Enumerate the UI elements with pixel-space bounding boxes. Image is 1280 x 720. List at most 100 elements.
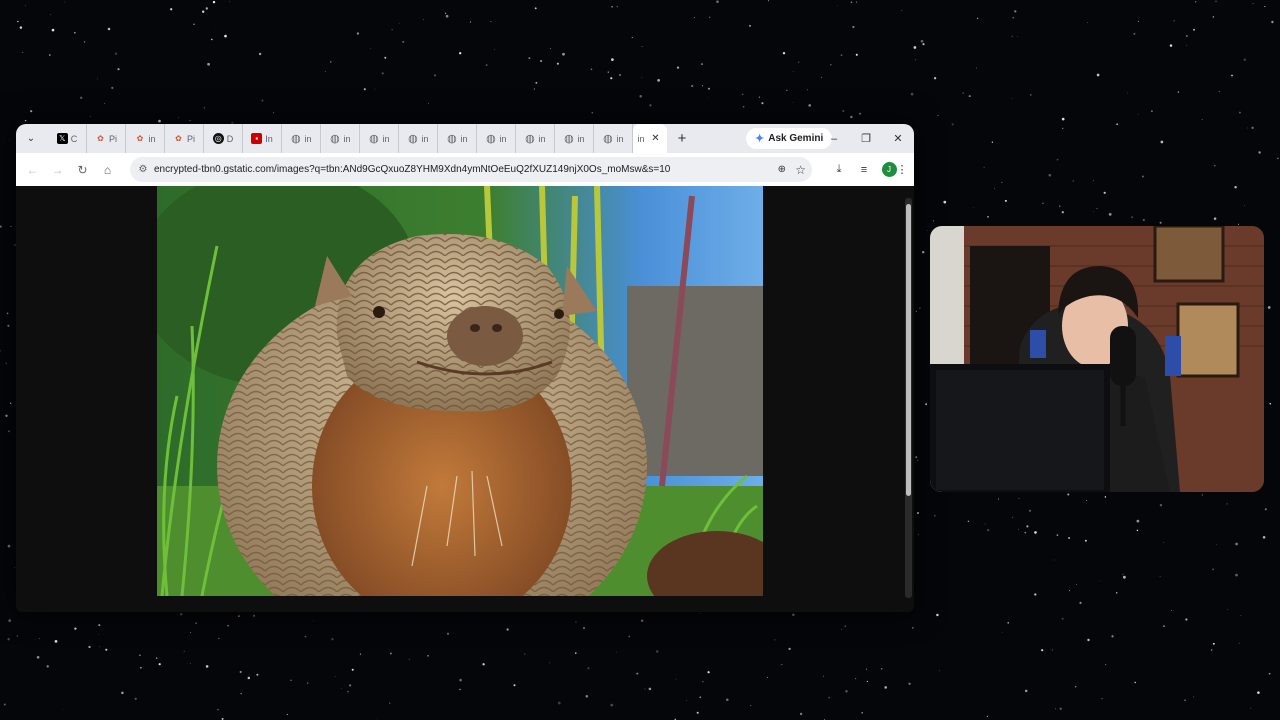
star (701, 85, 703, 87)
star (1012, 516, 1014, 518)
tab-0[interactable]: 𝕏C (48, 124, 87, 153)
star (1041, 649, 1044, 652)
star (1002, 632, 1003, 633)
tab-3[interactable]: ✿ Pi (165, 124, 204, 153)
webcam-feed (930, 226, 1264, 492)
star (1104, 496, 1107, 498)
ask-gemini-label: Ask Gemini (768, 133, 824, 144)
star (1108, 213, 1112, 216)
star (74, 627, 77, 630)
close-window-button[interactable]: ✕ (883, 124, 913, 153)
star (183, 650, 185, 652)
star (195, 622, 197, 624)
tab-10[interactable]: ◍ in (438, 124, 477, 153)
page-viewport (16, 186, 914, 612)
star (139, 654, 141, 657)
tab-6[interactable]: ◍ in (282, 124, 321, 153)
reading-list-icon[interactable]: ≡ (852, 153, 876, 186)
star (7, 638, 10, 641)
star (13, 567, 16, 569)
star (696, 711, 699, 714)
star (583, 627, 585, 630)
star (1074, 686, 1077, 688)
bookmark-star-icon[interactable]: ☆ (795, 163, 806, 177)
star (1251, 126, 1254, 130)
tab-1[interactable]: ✿ Pi (87, 124, 126, 153)
minimize-button[interactable]: – (819, 124, 849, 153)
star (427, 655, 429, 657)
star (991, 141, 994, 143)
menu-kebab-icon[interactable]: ⋮ (890, 153, 914, 186)
download-icon[interactable]: ⤓ (827, 153, 851, 186)
tab-14[interactable]: ◍ in (594, 124, 633, 153)
tab-11[interactable]: ◍ in (477, 124, 516, 153)
tab-search-button[interactable]: ⌄ (20, 128, 42, 150)
star (1034, 593, 1037, 596)
armadillo-photo[interactable] (157, 186, 763, 596)
star (549, 47, 551, 49)
star (114, 52, 118, 55)
tab-2[interactable]: ✿ in (126, 124, 165, 153)
star (797, 61, 800, 63)
star (913, 46, 917, 49)
star (655, 650, 659, 653)
star (983, 166, 985, 168)
tab-8[interactable]: ◍ in (360, 124, 399, 153)
tab-label: in (460, 133, 468, 144)
reload-icon[interactable]: ↻ (70, 163, 95, 177)
gemini-spark-icon: ✦ (755, 133, 765, 145)
star (19, 26, 23, 29)
tab-5[interactable]: ▪ In (243, 124, 282, 153)
tab-4[interactable]: ◎ D (204, 124, 243, 153)
star (1173, 20, 1175, 22)
scrollbar-thumb[interactable] (906, 204, 911, 496)
star (611, 58, 614, 61)
tab-strip: ⌄ 𝕏 C ✿ Pi ✿ in ✿ Pi ◎ D ▪ In ◍ in ◍ in ◍ in ◍ in ◍ in ◍ in ◍ in ◍… (16, 124, 914, 153)
star (1185, 618, 1188, 621)
star (925, 403, 927, 406)
star (641, 77, 643, 78)
star (469, 21, 472, 23)
star (1234, 185, 1237, 189)
site-info-icon[interactable]: ⚙ (132, 164, 154, 175)
star (215, 26, 217, 28)
tab-12[interactable]: ◍ in (516, 124, 555, 153)
star (1133, 32, 1136, 35)
star (83, 41, 86, 43)
star (218, 637, 220, 639)
star (1227, 608, 1229, 610)
star (610, 77, 613, 80)
tab-7[interactable]: ◍ in (321, 124, 360, 153)
star (1193, 696, 1195, 698)
star (987, 529, 990, 532)
restore-button[interactable]: ❐ (851, 124, 881, 153)
star (758, 96, 760, 98)
star (290, 679, 292, 681)
star (1028, 509, 1032, 512)
star (972, 207, 974, 209)
star (1160, 140, 1164, 144)
star (786, 89, 788, 91)
forward-arrow-icon[interactable]: → (45, 163, 70, 177)
star (1269, 402, 1272, 405)
tab-13[interactable]: ◍ in (555, 124, 594, 153)
star (51, 28, 55, 32)
star (535, 81, 538, 84)
tab-label: in (637, 133, 645, 144)
globe-icon: ◍ (369, 133, 379, 145)
zoom-icon[interactable]: ⊕ (778, 164, 786, 175)
star (921, 250, 925, 254)
star (3, 703, 6, 706)
star (951, 123, 954, 126)
star (840, 54, 843, 56)
address-bar[interactable]: ⚙ encrypted-tbn0.gstatic.com/images?q=tb… (130, 157, 812, 182)
star (1042, 202, 1044, 205)
close-icon[interactable]: ✕ (649, 133, 663, 144)
tab-9[interactable]: ◍ in (399, 124, 438, 153)
home-icon[interactable]: ⌂ (95, 163, 120, 177)
back-arrow-icon[interactable]: ← (20, 163, 45, 177)
tab-active[interactable]: in ✕ (633, 124, 667, 153)
star (610, 703, 614, 707)
star (1185, 35, 1188, 37)
new-tab-button[interactable]: + (667, 130, 697, 147)
